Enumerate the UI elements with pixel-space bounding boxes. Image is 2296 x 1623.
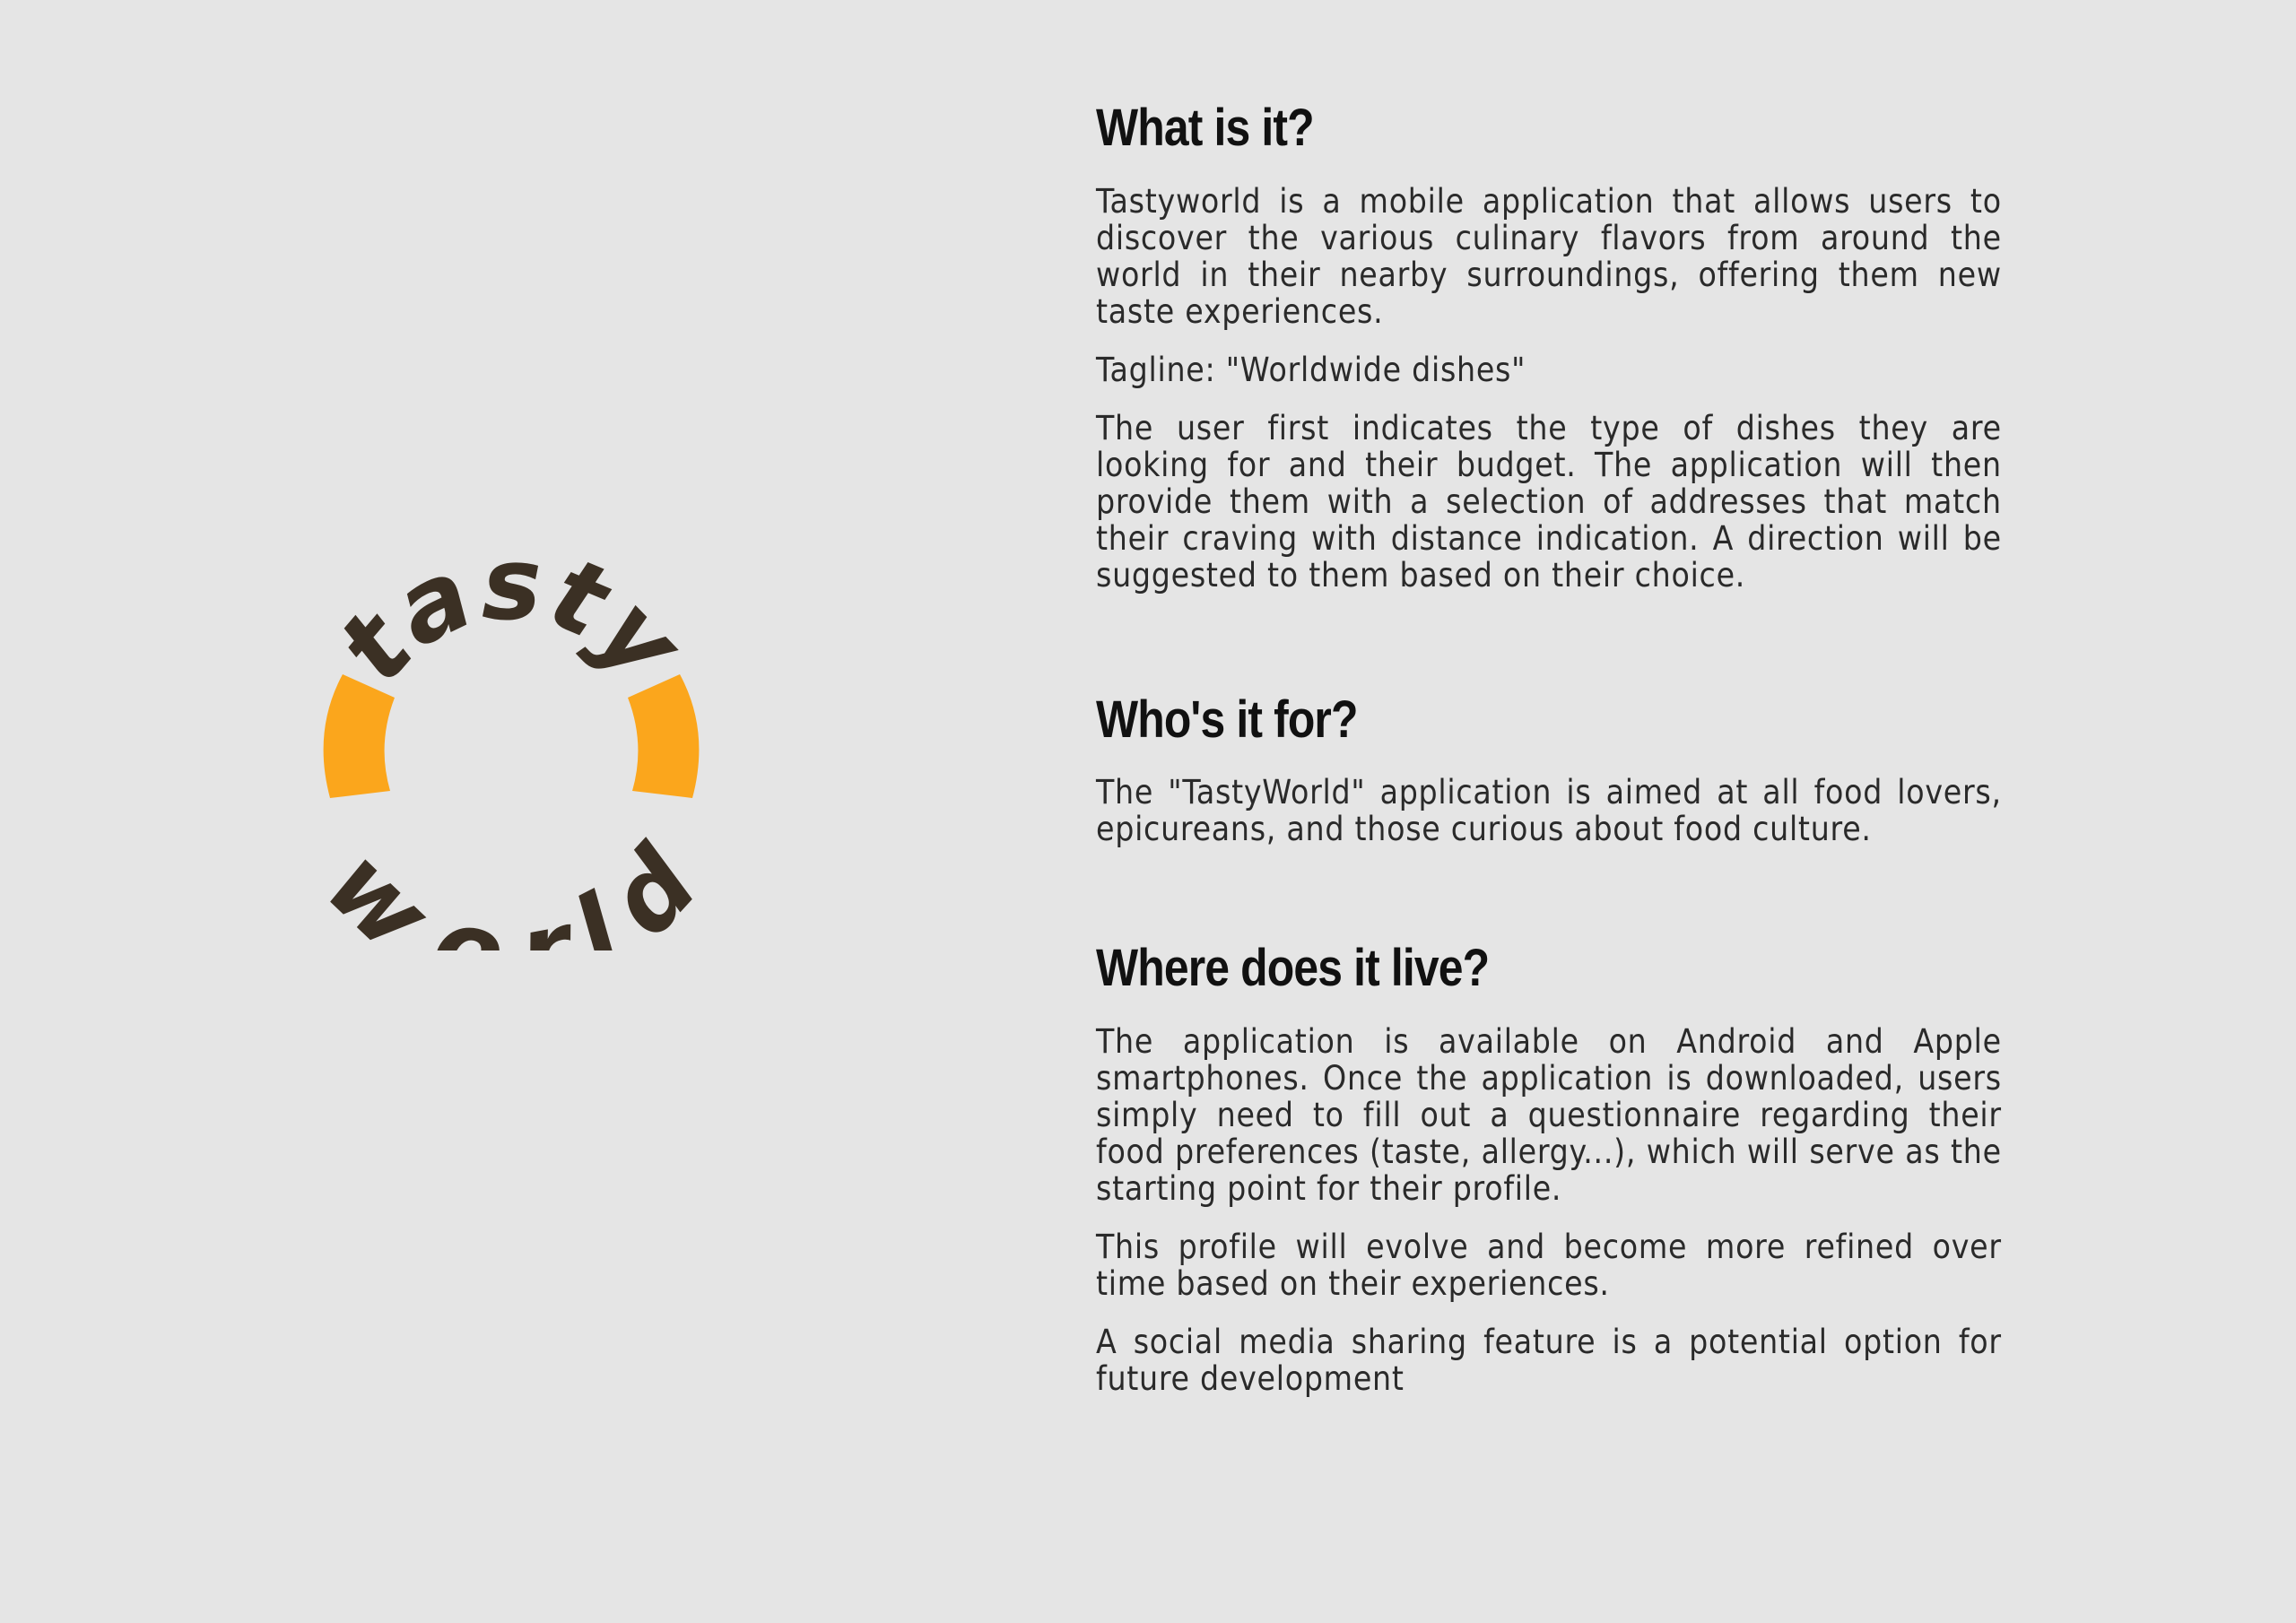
section-title: What is it? [1096, 99, 1315, 157]
section-what-is-it: What is it? Tastyworld is a mobile appli… [1096, 97, 2002, 594]
section-paragraph: The user first indicates the type of dis… [1096, 408, 2002, 595]
section-paragraph: A social media sharing feature is a pote… [1096, 1322, 2002, 1398]
section-paragraph: This profile will evolve and become more… [1096, 1227, 2002, 1303]
section-title: Where does it live? [1096, 939, 1490, 998]
section-where-does-it-live: Where does it live? The application is a… [1096, 937, 2002, 1397]
logo-accent-left [323, 674, 395, 798]
logo-word-world-path: world [323, 826, 700, 950]
section-paragraph: The "TastyWorld" application is aimed at… [1096, 773, 2002, 849]
section-paragraph: Tastyworld is a mobile application that … [1096, 181, 2002, 331]
logo-word-tasty: tasty [323, 556, 700, 705]
section-whos-it-for: Who's it for? The "TastyWorld" applicati… [1096, 689, 2002, 848]
logo-word-tasty-path: tasty [323, 556, 700, 705]
content-column: What is it? Tastyworld is a mobile appli… [1096, 97, 2002, 1419]
tagline-paragraph: Tagline: "Worldwide dishes" [1096, 350, 1526, 389]
tastyworld-logo: tasty world [323, 556, 700, 950]
section-title: Who's it for? [1096, 690, 1358, 749]
logo-word-world: world [323, 826, 700, 950]
section-paragraph: The application is available on Android … [1096, 1021, 2002, 1208]
logo-accent-right [628, 674, 700, 798]
